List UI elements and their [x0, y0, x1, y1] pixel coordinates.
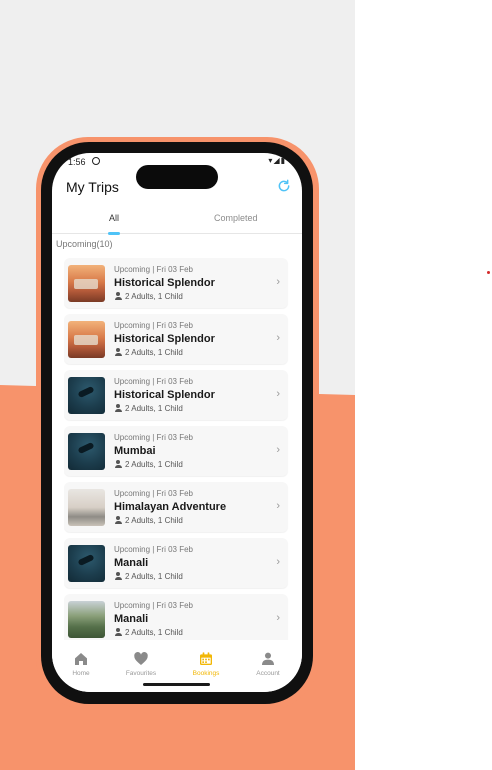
trip-card[interactable]: Upcoming | Fri 03 Feb Manali 2 Adults, 1 C…	[64, 538, 288, 588]
page-title: My Trips	[66, 179, 119, 195]
chevron-right-icon: ›	[276, 444, 280, 456]
trip-guests: 2 Adults, 1 Child	[114, 292, 183, 301]
trip-name: Historical Splendor	[114, 389, 215, 401]
trip-thumbnail	[68, 545, 105, 582]
section-header: Upcoming(10)	[56, 239, 113, 249]
trip-card[interactable]: Upcoming | Fri 03 Feb Manali 2 Adults, 1 C…	[64, 594, 288, 640]
home-icon	[75, 653, 87, 665]
trip-guests: 2 Adults, 1 Child	[114, 628, 183, 637]
trip-status: Upcoming | Fri 03 Feb	[114, 265, 193, 274]
trip-card[interactable]: Upcoming | Fri 03 Feb Historical Splendor…	[64, 258, 288, 308]
person-icon	[262, 652, 274, 665]
guests-label: 2 Adults, 1 Child	[125, 572, 183, 581]
trip-card[interactable]: Upcoming | Fri 03 Feb Historical Splendor…	[64, 370, 288, 420]
chevron-right-icon: ›	[276, 556, 280, 568]
trip-status: Upcoming | Fri 03 Feb	[114, 489, 193, 498]
trip-thumbnail	[68, 433, 105, 470]
trip-thumbnail	[68, 377, 105, 414]
person-icon	[114, 348, 123, 356]
trip-name: Historical Splendor	[114, 333, 215, 345]
trip-status: Upcoming | Fri 03 Feb	[114, 545, 193, 554]
trip-status: Upcoming | Fri 03 Feb	[114, 433, 193, 442]
heart-icon	[134, 652, 148, 665]
stage: 1:56 ▾◢▮ My Trips All Completed Upcoming…	[0, 0, 492, 770]
person-icon	[114, 572, 123, 580]
trip-thumbnail	[68, 489, 105, 526]
nav-label: Bookings	[192, 670, 220, 677]
guests-label: 2 Adults, 1 Child	[125, 628, 183, 637]
chevron-right-icon: ›	[276, 500, 280, 512]
red-dot	[487, 271, 490, 274]
nav-favourites[interactable]: Favourites	[115, 651, 167, 677]
nav-bookings[interactable]: Bookings	[180, 651, 232, 677]
nav-label: Account	[256, 670, 280, 677]
trip-tabs: All Completed	[52, 209, 302, 235]
trip-thumbnail	[68, 321, 105, 358]
trip-thumbnail	[68, 265, 105, 302]
tab-completed[interactable]: Completed	[214, 213, 258, 223]
refresh-icon[interactable]	[276, 178, 292, 194]
chevron-right-icon: ›	[276, 276, 280, 288]
phone-screen: 1:56 ▾◢▮ My Trips All Completed Upcoming…	[52, 153, 302, 692]
trip-name: Historical Splendor	[114, 277, 215, 289]
person-icon	[114, 404, 123, 412]
trip-guests: 2 Adults, 1 Child	[114, 404, 183, 413]
nav-home[interactable]: Home	[55, 651, 107, 677]
nav-account[interactable]: Account	[242, 651, 294, 677]
chevron-right-icon: ›	[276, 332, 280, 344]
trip-name: Manali	[114, 613, 149, 625]
guests-label: 2 Adults, 1 Child	[125, 460, 183, 469]
guests-label: 2 Adults, 1 Child	[125, 292, 183, 301]
trip-name: Manali	[114, 557, 149, 569]
system-status-icons: ▾◢▮	[268, 156, 286, 165]
person-icon	[114, 292, 123, 300]
person-icon	[114, 460, 123, 468]
trip-guests: 2 Adults, 1 Child	[114, 460, 183, 469]
trip-name: Himalayan Adventure	[114, 501, 227, 513]
trip-guests: 2 Adults, 1 Child	[114, 572, 183, 581]
guests-label: 2 Adults, 1 Child	[125, 516, 183, 525]
trip-thumbnail	[68, 601, 105, 638]
home-indicator	[143, 683, 210, 686]
tab-all[interactable]: All	[109, 213, 119, 223]
active-tab-indicator	[108, 232, 120, 235]
trip-guests: 2 Adults, 1 Child	[114, 348, 183, 357]
trip-card[interactable]: Upcoming | Fri 03 Feb Mumbai 2 Adults, 1 C…	[64, 426, 288, 476]
trip-status: Upcoming | Fri 03 Feb	[114, 377, 193, 386]
clock-icon	[92, 157, 100, 165]
trip-status: Upcoming | Fri 03 Feb	[114, 321, 193, 330]
person-icon	[114, 628, 123, 636]
trip-guests: 2 Adults, 1 Child	[114, 516, 183, 525]
status-time: 1:56	[68, 157, 86, 167]
trip-list: Upcoming | Fri 03 Feb Historical Splendor…	[64, 258, 290, 640]
trip-status: Upcoming | Fri 03 Feb	[114, 601, 193, 610]
dynamic-island	[136, 165, 218, 189]
nav-label: Home	[72, 670, 90, 677]
nav-label: Favourites	[125, 670, 157, 677]
person-icon	[114, 516, 123, 524]
guests-label: 2 Adults, 1 Child	[125, 404, 183, 413]
trip-card[interactable]: Upcoming | Fri 03 Feb Himalayan Adventure…	[64, 482, 288, 532]
chevron-right-icon: ›	[276, 612, 280, 624]
trip-card[interactable]: Upcoming | Fri 03 Feb Historical Splendor…	[64, 314, 288, 364]
chevron-right-icon: ›	[276, 388, 280, 400]
guests-label: 2 Adults, 1 Child	[125, 348, 183, 357]
trip-name: Mumbai	[114, 445, 156, 457]
calendar-icon	[200, 652, 212, 665]
